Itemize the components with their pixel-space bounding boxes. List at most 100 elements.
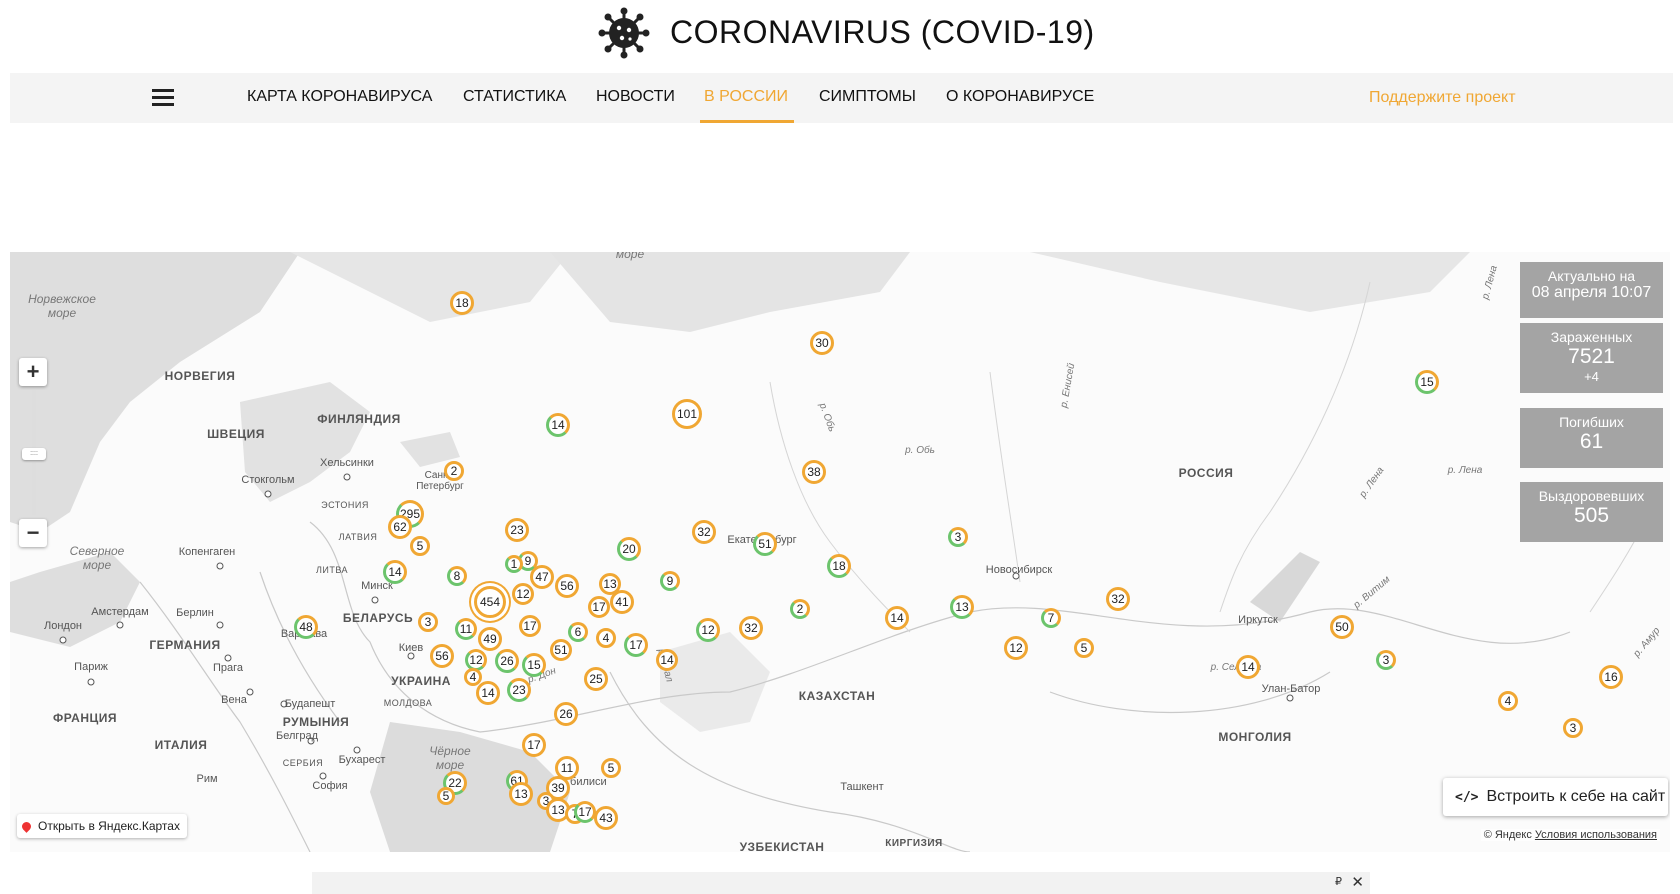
region-case-marker[interactable]: 23 — [505, 518, 529, 542]
embed-button[interactable]: </> Встроить к себе на сайт — [1443, 778, 1668, 816]
region-case-marker[interactable]: 12 — [1004, 636, 1028, 660]
support-project-link[interactable]: Поддержите проект — [1369, 89, 1516, 107]
region-case-marker[interactable]: 454 — [474, 586, 506, 618]
region-case-marker[interactable]: 3 — [948, 527, 968, 547]
city-label-helsinki: Хельсинки — [320, 457, 374, 469]
close-icon[interactable]: ✕ — [1351, 873, 1364, 891]
region-case-marker[interactable]: 25 — [584, 667, 608, 691]
city-dot — [216, 562, 224, 570]
region-case-marker[interactable]: 18 — [450, 291, 474, 315]
region-case-marker[interactable]: 5 — [410, 536, 430, 556]
region-case-marker[interactable]: 41 — [610, 590, 634, 614]
region-case-marker[interactable]: 20 — [617, 537, 641, 561]
region-case-marker[interactable]: 5 — [437, 787, 455, 805]
zoom-slider-track[interactable]: :::: — [22, 390, 46, 515]
nav-stats[interactable]: СТАТИСТИКА — [463, 88, 566, 106]
hamburger-icon[interactable] — [152, 89, 174, 107]
region-case-marker[interactable]: 30 — [810, 331, 834, 355]
region-case-marker[interactable]: 3 — [418, 612, 438, 632]
region-case-marker[interactable]: 47 — [530, 565, 554, 589]
region-case-marker[interactable]: 13 — [509, 782, 533, 806]
region-case-marker[interactable]: 23 — [507, 678, 531, 702]
map[interactable]: Норвежское море Северное море море Чёрное м… — [10, 252, 1670, 852]
city-label-novosibirsk: Новосибирск — [985, 564, 1053, 576]
region-case-marker[interactable]: 13 — [950, 595, 974, 619]
region-case-marker[interactable]: 17 — [588, 596, 610, 618]
city-label-copenhagen: Копенгаген — [178, 546, 236, 558]
region-case-marker[interactable]: 6 — [568, 622, 588, 642]
region-case-marker[interactable]: 62 — [388, 515, 412, 539]
nav-about[interactable]: О КОРОНАВИРУСЕ — [946, 88, 1094, 106]
region-case-marker[interactable]: 50 — [1330, 615, 1354, 639]
country-label-kazakhstan: КАЗАХСТАН — [798, 689, 876, 703]
region-case-marker[interactable]: 3 — [1563, 718, 1583, 738]
region-case-marker[interactable]: 51 — [550, 639, 572, 661]
region-case-marker[interactable]: 4 — [1498, 691, 1518, 711]
country-label-italy: ИТАЛИЯ — [154, 738, 208, 752]
region-case-marker[interactable]: 17 — [624, 633, 648, 657]
zoom-slider-handle[interactable]: :::: — [22, 448, 46, 460]
country-label-latvia: ЛАТВИЯ — [338, 532, 378, 542]
nav-map[interactable]: КАРТА КОРОНАВИРУСА — [247, 88, 432, 106]
nav-news[interactable]: НОВОСТИ — [596, 88, 675, 106]
region-case-marker[interactable]: 15 — [1415, 370, 1439, 394]
city-label-bucharest: Бухарест — [338, 754, 386, 766]
city-dot — [1286, 694, 1294, 702]
region-case-marker[interactable]: 2 — [444, 461, 464, 481]
site-title[interactable]: CORONAVIRUS (COVID-19) — [670, 14, 1095, 51]
country-label-sweden: ШВЕЦИЯ — [207, 427, 265, 441]
region-case-marker[interactable]: 5 — [1074, 638, 1094, 658]
region-case-marker[interactable]: 2 — [790, 599, 810, 619]
region-case-marker[interactable]: 32 — [739, 616, 763, 640]
region-case-marker[interactable]: 101 — [672, 399, 702, 429]
region-case-marker[interactable]: 11 — [455, 618, 477, 640]
region-case-marker[interactable]: 12 — [512, 583, 534, 605]
region-case-marker[interactable]: 56 — [555, 574, 579, 598]
recovered-label: Выздоровевших — [1538, 488, 1645, 504]
region-case-marker[interactable]: 17 — [574, 801, 596, 823]
region-case-marker[interactable]: 14 — [383, 560, 407, 584]
region-case-marker[interactable]: 4 — [596, 628, 616, 648]
region-case-marker[interactable]: 32 — [692, 520, 716, 544]
currency-icon: ₽ — [1335, 876, 1342, 888]
region-case-marker[interactable]: 26 — [554, 702, 578, 726]
region-case-marker[interactable]: 16 — [1599, 665, 1623, 689]
region-case-marker[interactable]: 56 — [430, 644, 454, 668]
country-label-france: ФРАНЦИЯ — [52, 711, 118, 725]
city-label-irkutsk: Иркутск — [1238, 614, 1278, 626]
region-case-marker[interactable]: 43 — [594, 806, 618, 830]
terms-link[interactable]: Условия использования — [1535, 829, 1657, 841]
region-case-marker[interactable]: 17 — [519, 615, 541, 637]
region-case-marker[interactable]: 14 — [885, 606, 909, 630]
virus-logo-icon[interactable] — [598, 7, 650, 59]
infected-delta: +4 — [1584, 369, 1599, 384]
region-case-marker[interactable]: 18 — [827, 554, 851, 578]
zoom-in-button[interactable]: + — [19, 358, 47, 386]
region-case-marker[interactable]: 14 — [1236, 655, 1260, 679]
zoom-out-button[interactable]: − — [19, 519, 47, 547]
region-case-marker[interactable]: 1 — [505, 555, 523, 573]
region-case-marker[interactable]: 49 — [478, 627, 502, 651]
region-case-marker[interactable]: 51 — [753, 532, 777, 556]
region-case-marker[interactable]: 48 — [294, 615, 318, 639]
city-label-rome: Рим — [196, 773, 218, 785]
country-label-romania: РУМЫНИЯ — [282, 715, 350, 729]
region-case-marker[interactable]: 9 — [660, 571, 680, 591]
nav-russia[interactable]: В РОССИИ — [704, 88, 788, 106]
region-case-marker[interactable]: 38 — [802, 460, 826, 484]
open-yandex-maps-link[interactable]: Открыть в Яндекс.Картах — [17, 814, 187, 838]
region-case-marker[interactable]: 17 — [522, 733, 546, 757]
map-copyright: © Яндекс Условия использования — [1480, 829, 1660, 841]
region-case-marker[interactable]: 14 — [546, 413, 570, 437]
region-case-marker[interactable]: 32 — [1106, 587, 1130, 611]
region-case-marker[interactable]: 26 — [495, 649, 519, 673]
region-case-marker[interactable]: 5 — [601, 758, 621, 778]
nav-symptoms[interactable]: СИМПТОМЫ — [819, 88, 916, 106]
region-case-marker[interactable]: 15 — [522, 653, 546, 677]
region-case-marker[interactable]: 8 — [447, 566, 467, 586]
region-case-marker[interactable]: 3 — [1376, 650, 1396, 670]
region-case-marker[interactable]: 14 — [476, 681, 500, 705]
region-case-marker[interactable]: 7 — [1041, 608, 1061, 628]
region-case-marker[interactable]: 12 — [696, 618, 720, 642]
region-case-marker[interactable]: 14 — [656, 649, 678, 671]
